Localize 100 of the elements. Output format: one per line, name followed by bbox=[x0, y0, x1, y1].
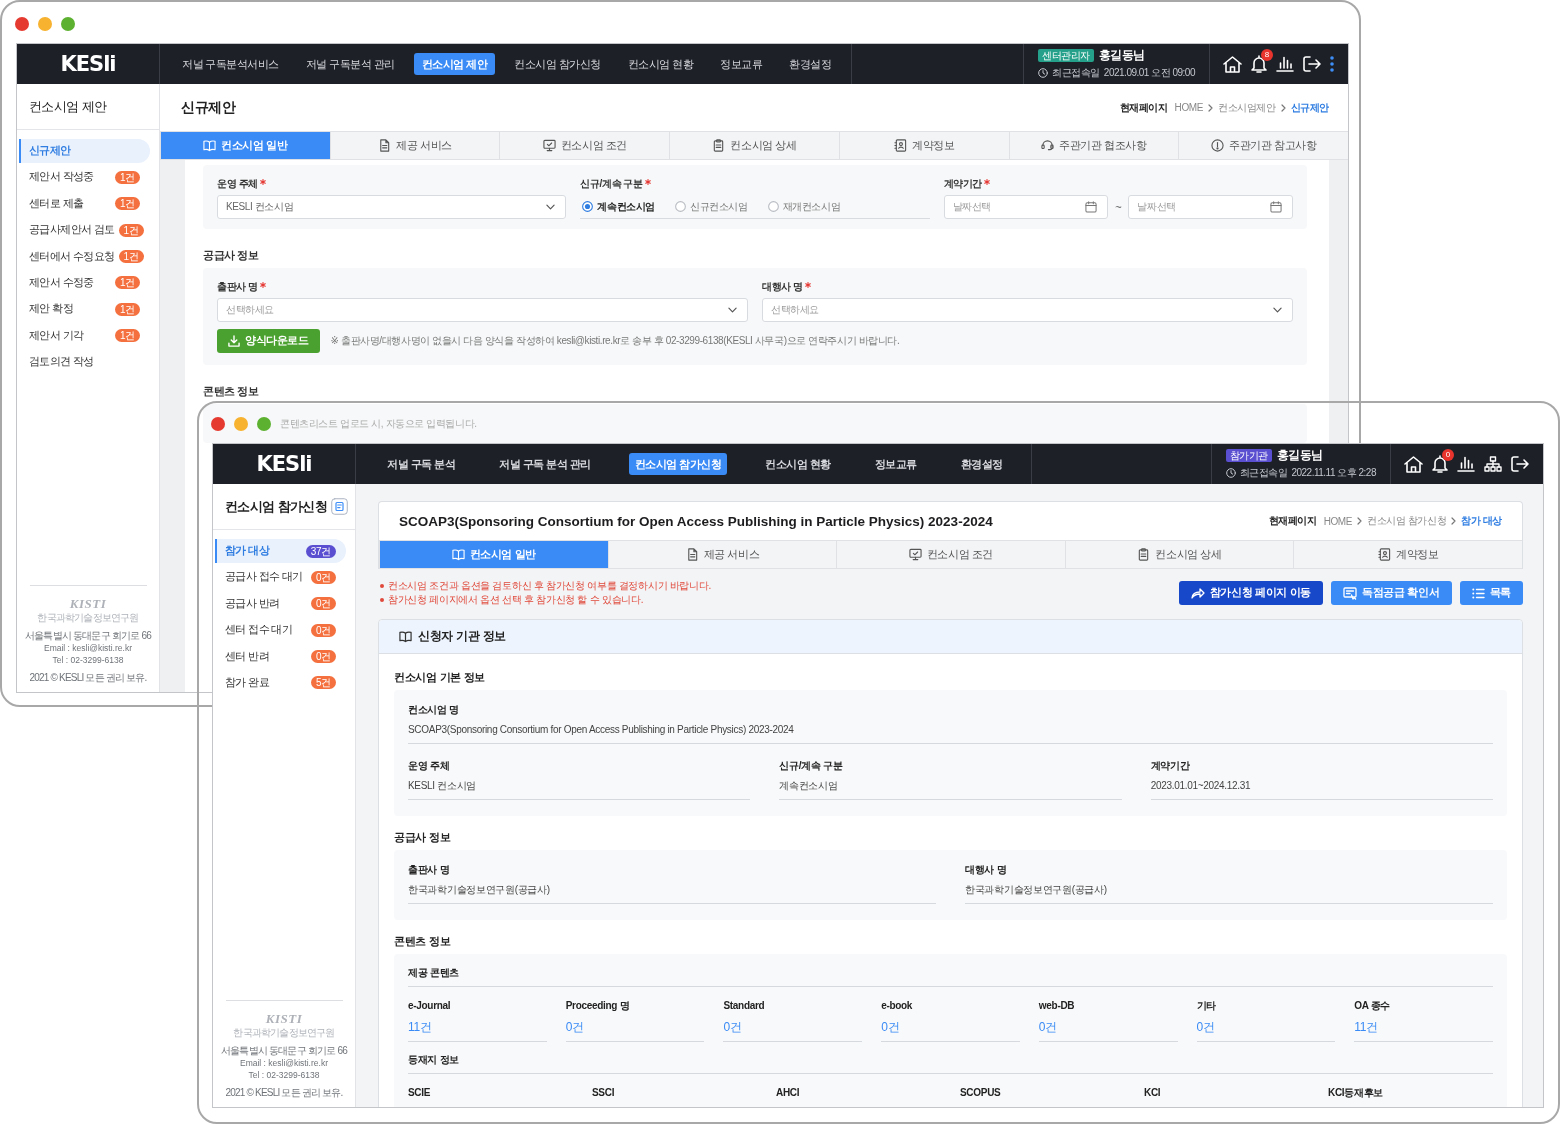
sidebar-item[interactable]: 제안 확정 1건 bbox=[17, 297, 159, 322]
radio-icon[interactable] bbox=[674, 201, 686, 212]
page-title: 신규제안 bbox=[181, 98, 236, 117]
nav-menu-item[interactable]: 저널 구독 분석 bbox=[381, 453, 462, 475]
count-badge: 1건 bbox=[115, 170, 140, 184]
field-value: 계속컨소시엄 bbox=[779, 779, 1122, 800]
role-badge: 참가기관 bbox=[1225, 449, 1272, 462]
help-text: ※ 출판사명/대행사명이 없을시 다음 양식을 작성하여 kesli@kisti.re.kr로 송부 후 02-3299-6138(KESLI 사무국)으로 연락주시기 바랍니다. bbox=[330, 334, 900, 348]
breadcrumb-link[interactable]: 컨소시엄제안 bbox=[1218, 100, 1276, 115]
sidebar-item[interactable]: 제안서 기각 1건 bbox=[17, 323, 159, 348]
sidebar-item[interactable]: 공급사 반려 0건 bbox=[213, 591, 355, 616]
count-badge: 37건 bbox=[305, 544, 336, 558]
nav-menu-item[interactable]: 정보교류 bbox=[712, 53, 771, 75]
sitemap-icon[interactable] bbox=[1484, 456, 1502, 472]
tab[interactable]: 컨소시엄 상세 bbox=[1064, 541, 1294, 568]
sidebar-item[interactable]: 참가 대상 37건 bbox=[215, 539, 346, 563]
sidebar-item[interactable]: 신규제안 bbox=[19, 139, 150, 163]
chevron-right-icon bbox=[1357, 517, 1363, 525]
home-icon[interactable] bbox=[1404, 455, 1423, 473]
breadcrumb-link[interactable]: HOME bbox=[1174, 102, 1203, 113]
field-value: SCOAP3(Sponsoring Consortium for Open Access Publishing in Particle Physics) 2023-2024 bbox=[408, 723, 1493, 744]
nav-menu-item[interactable]: 컨소시엄 현황 bbox=[759, 453, 837, 475]
memo-icon[interactable] bbox=[331, 498, 349, 515]
window-maximize-button[interactable] bbox=[61, 17, 75, 31]
last-login-time: 2021.09.01 오전 09:00 bbox=[1103, 66, 1195, 80]
nav-menu-item[interactable]: 환경설정 bbox=[781, 53, 840, 75]
range-separator: ~ bbox=[1115, 201, 1122, 213]
count-badge: 1건 bbox=[118, 223, 144, 237]
bell-icon[interactable] bbox=[1432, 455, 1448, 473]
sidebar-title: 컨소시엄 참가신청 bbox=[225, 497, 328, 516]
footer-phone: Tel : 02-3299-6138 bbox=[248, 1070, 320, 1081]
sidebar-item[interactable]: 센터로 제출 1건 bbox=[17, 191, 159, 216]
tab[interactable]: 제공 서비스 bbox=[607, 541, 837, 568]
user-name: 홍길동님 bbox=[1276, 448, 1323, 463]
chevron-down-icon bbox=[1273, 307, 1282, 313]
nav-menu-item[interactable]: 저널 구독분석서비스 bbox=[174, 53, 287, 75]
logout-icon[interactable] bbox=[1303, 56, 1321, 72]
copyright-text: 2021 © KESLI 모든 권리 보유. bbox=[29, 671, 147, 684]
window-close-button[interactable] bbox=[15, 17, 29, 31]
field-value: 2023.01.01~2024.12.31 bbox=[1150, 779, 1493, 800]
tab[interactable]: 주관기관 참고사항 bbox=[1178, 132, 1348, 159]
breadcrumb-link[interactable]: HOME bbox=[1323, 515, 1353, 527]
sidebar-item[interactable]: 센터 접수 대기 0건 bbox=[213, 618, 355, 643]
count-badge: 0건 bbox=[311, 623, 336, 637]
count-badge: 0건 bbox=[311, 597, 336, 611]
breadcrumb-link[interactable]: 참가 대상 bbox=[1461, 514, 1502, 528]
breadcrumb-link[interactable]: 신규제안 bbox=[1290, 100, 1329, 115]
home-icon[interactable] bbox=[1223, 55, 1242, 73]
select-field[interactable]: KESLI 컨소시엄 bbox=[217, 195, 567, 219]
footer-phone: Tel : 02-3299-6138 bbox=[52, 655, 124, 666]
radio-icon[interactable] bbox=[767, 201, 779, 212]
page-title: SCOAP3(Sponsoring Consortium for Open Access Publishing in Particle Physics) 2023-2024 bbox=[399, 513, 993, 529]
breadcrumb-link[interactable]: 컨소시엄 참가신청 bbox=[1367, 514, 1447, 528]
bar-chart-icon[interactable] bbox=[1276, 56, 1294, 72]
count-badge: 0건 bbox=[311, 570, 336, 584]
radio-option[interactable]: 재개컨소시엄 bbox=[767, 199, 841, 214]
sidebar-item[interactable]: 제안서 수정중 1건 bbox=[17, 270, 159, 295]
nav-menu-item[interactable]: 컨소시엄 참가신청 bbox=[506, 53, 609, 75]
sidebar-item[interactable]: 검토의견 작성 bbox=[17, 350, 159, 375]
footer-email: Email : kesli@kisti.re.kr bbox=[240, 1058, 328, 1069]
field-label: e-Journal bbox=[408, 999, 452, 1013]
nav-menu-item[interactable]: 저널 구독 분석 관리 bbox=[493, 453, 597, 475]
nav-menu-item[interactable]: 컨소시엄 현황 bbox=[619, 53, 702, 75]
tab[interactable]: 컨소시엄 조건 bbox=[499, 132, 670, 159]
notification-badge: 0 bbox=[1442, 449, 1454, 461]
chevron-down-icon bbox=[546, 204, 556, 210]
group-heading: 등재지 정보 bbox=[408, 1053, 1493, 1074]
radio-icon[interactable] bbox=[582, 201, 594, 212]
nav-menu-item[interactable]: 정보교류 bbox=[868, 453, 923, 475]
count-badge: 1건 bbox=[118, 250, 144, 264]
tab[interactable]: 계약정보 bbox=[1293, 541, 1522, 568]
action-button[interactable]: 참가신청 페이지 이동 bbox=[1178, 581, 1324, 605]
logout-icon[interactable] bbox=[1511, 456, 1529, 472]
clock-icon bbox=[1038, 68, 1049, 78]
field-value: 한국과학기술정보연구원(공급사) bbox=[965, 883, 1493, 904]
radio-option[interactable]: 신규컨소시엄 bbox=[674, 199, 748, 214]
tab[interactable]: 컨소시엄 조건 bbox=[836, 541, 1065, 568]
sidebar-item[interactable]: 공급사 접수 대기 0건 bbox=[213, 565, 355, 590]
breadcrumb-label: 현재페이지 bbox=[1119, 100, 1168, 115]
breadcrumb-label: 현재페이지 bbox=[1268, 514, 1317, 528]
sidebar-item[interactable]: 공급사제안서 검토 1건 bbox=[17, 218, 159, 243]
bar-chart-icon[interactable] bbox=[1457, 456, 1475, 472]
bell-icon[interactable] bbox=[1251, 55, 1267, 73]
book-icon bbox=[399, 630, 412, 643]
sidebar-item[interactable]: 센터 반려 0건 bbox=[213, 644, 355, 669]
sidebar-item[interactable]: 제안서 작성중 1건 bbox=[17, 165, 159, 190]
chevron-down-icon bbox=[728, 307, 737, 313]
sidebar-item[interactable]: 센터에서 수정요청 1건 bbox=[17, 244, 159, 269]
section-heading: 공급사 정보 bbox=[203, 248, 260, 262]
more-icon[interactable] bbox=[1330, 56, 1334, 72]
tab[interactable]: 주관기관 협조사항 bbox=[1008, 132, 1179, 159]
book-icon bbox=[451, 548, 465, 561]
nav-menu-item[interactable]: 저널 구독분석 관리 bbox=[297, 53, 403, 75]
tab[interactable]: 제공 서비스 bbox=[329, 132, 500, 159]
tab[interactable]: 계약정보 bbox=[838, 132, 1009, 159]
sidebar-item[interactable]: 참가 완료 5건 bbox=[213, 670, 355, 695]
radio-option[interactable]: 계속컨소시엄 bbox=[582, 199, 655, 214]
nav-menu-item[interactable]: 환경설정 bbox=[954, 453, 1009, 475]
tab[interactable]: 컨소시엄 상세 bbox=[669, 132, 839, 159]
calendar-icon bbox=[1085, 201, 1098, 213]
